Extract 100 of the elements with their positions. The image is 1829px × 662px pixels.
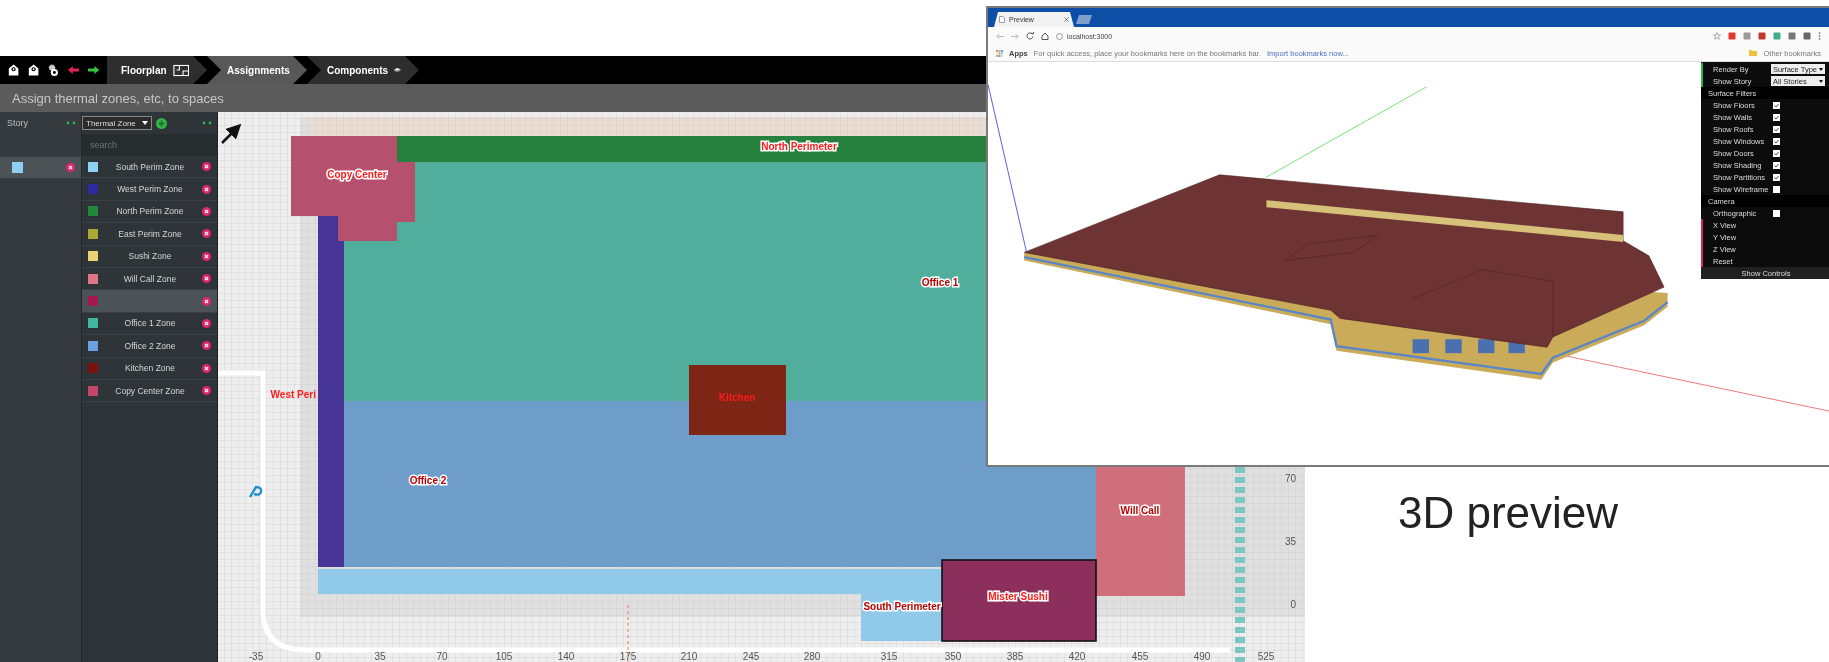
space-label: West Peri: [270, 389, 316, 400]
zone-item[interactable]: East Perim Zone: [82, 223, 217, 246]
guide-line: [627, 604, 629, 662]
space-label: Mister Sushi: [988, 591, 1048, 602]
axis-tick-label: 0: [1290, 599, 1296, 610]
zone-name: South Perim Zone: [114, 161, 186, 172]
space-label: Copy Center: [327, 169, 387, 180]
delete-icon[interactable]: [202, 274, 211, 284]
checkbox[interactable]: [1773, 209, 1780, 217]
delete-icon[interactable]: [202, 386, 211, 396]
zone-item[interactable]: Kitchen Zone: [82, 357, 217, 380]
space-label: South Perimeter: [863, 601, 941, 612]
zone-name: Sushi Zone: [127, 251, 173, 262]
axis-tick-label: 175: [619, 651, 637, 662]
zone-item[interactable]: West Perim Zone: [82, 178, 217, 201]
axis-tick-label: 35: [1284, 536, 1296, 547]
axis-tick-label: 350: [944, 651, 962, 662]
zone-name: East Perim Zone: [117, 228, 183, 239]
checkbox[interactable]: [1773, 161, 1780, 169]
resize-handle-icon[interactable]: [65, 121, 77, 125]
axis-tick-label: 105: [495, 651, 513, 662]
caret-icon: [142, 120, 148, 126]
axis-tick-label: 420: [1068, 651, 1086, 662]
axis-tick-label: -35: [248, 651, 264, 662]
save-file-icon[interactable]: [28, 62, 40, 78]
settings-icon[interactable]: [48, 62, 59, 78]
open-file-icon[interactable]: [8, 62, 20, 78]
axis-tick-label: 70: [1284, 473, 1296, 484]
story-item[interactable]: [0, 157, 81, 178]
resize-handle-icon[interactable]: [201, 121, 213, 125]
home-icon[interactable]: [1041, 32, 1049, 40]
zone-name: North Perim Zone: [115, 206, 185, 217]
delete-icon[interactable]: [202, 318, 211, 328]
delete-icon[interactable]: [66, 163, 75, 172]
zone-name: Office 2 Zone: [123, 340, 177, 351]
space-shape[interactable]: [344, 401, 1096, 567]
delete-icon[interactable]: [202, 184, 211, 194]
axis-tick-label: 315: [880, 651, 898, 662]
checkbox[interactable]: [1773, 113, 1780, 121]
space-shape[interactable]: [291, 136, 415, 241]
star-icon[interactable]: [1713, 32, 1721, 40]
zone-item[interactable]: Office 1 Zone: [82, 312, 217, 336]
caret-icon: [1819, 67, 1823, 71]
zone-name: Will Call Zone: [122, 273, 178, 284]
caret-icon: [1819, 79, 1823, 83]
zone-name: Office 1 Zone: [123, 318, 177, 329]
delete-icon[interactable]: [202, 229, 211, 239]
checkbox[interactable]: [1773, 173, 1780, 181]
axis-tick-label: 35: [374, 651, 386, 662]
axis-tick-label: 385: [1006, 651, 1024, 662]
pin-icon[interactable]: [250, 487, 262, 497]
delete-icon[interactable]: [202, 162, 211, 172]
panel-title: Story: [7, 118, 28, 128]
axis-tick-label: 140: [557, 651, 575, 662]
checkbox[interactable]: [1773, 101, 1780, 109]
north-arrow-icon: [221, 123, 242, 144]
search-field[interactable]: search: [82, 134, 217, 156]
checkbox[interactable]: [1773, 185, 1780, 193]
zone-item[interactable]: North Perim Zone: [82, 200, 217, 224]
reload-icon[interactable]: [1026, 32, 1034, 40]
space-label: Office 1: [921, 277, 959, 288]
folder-icon: [1749, 50, 1758, 56]
delete-icon[interactable]: [202, 206, 211, 216]
axis-tick-label: 280: [803, 651, 821, 662]
zone-name: Kitchen Zone: [123, 363, 177, 374]
delete-icon[interactable]: [202, 296, 211, 306]
zone-item[interactable]: South Perim Zone: [82, 156, 217, 179]
checkbox[interactable]: [1773, 149, 1780, 157]
checkbox[interactable]: [1773, 125, 1780, 133]
space-label: Office 2: [409, 475, 447, 486]
new-tab-button[interactable]: [1076, 15, 1092, 24]
close-icon[interactable]: [1064, 17, 1069, 22]
zone-type-select[interactable]: Thermal Zone: [82, 116, 152, 130]
tab[interactable]: Floorplan: [107, 56, 207, 84]
axis-tick-label: 455: [1131, 651, 1149, 662]
instruction-text: Assign thermal zones, etc, to spaces: [12, 90, 224, 106]
space-label: North Perimeter: [761, 141, 837, 152]
zone-item[interactable]: Sushi Zone: [82, 245, 217, 268]
menu-icon[interactable]: [1818, 32, 1821, 40]
delete-icon[interactable]: [202, 251, 211, 261]
undo-icon[interactable]: [67, 65, 79, 75]
space-shape[interactable]: [941, 559, 1097, 642]
checkbox[interactable]: [1773, 137, 1780, 145]
tab[interactable]: Assignments: [207, 56, 307, 84]
redo-icon[interactable]: [87, 65, 99, 75]
axis-tick-label: 525: [1257, 651, 1275, 662]
caption: 3D preview: [1398, 488, 1619, 537]
floorplan-icon: [172, 63, 189, 77]
tab[interactable]: Components: [307, 56, 419, 84]
delete-icon[interactable]: [202, 363, 211, 373]
zone-item[interactable]: Copy Center Zone: [82, 379, 217, 403]
axis-tick-label: 210: [680, 651, 698, 662]
axis-tick-label: 245: [742, 651, 760, 662]
add-icon[interactable]: [156, 117, 167, 129]
space-label: Will Call: [1120, 505, 1160, 516]
axis-tick-label: 490: [1193, 651, 1211, 662]
delete-icon[interactable]: [202, 341, 211, 351]
zone-item[interactable]: Office 2 Zone: [82, 335, 217, 358]
apps-icon[interactable]: [996, 49, 1003, 57]
space-label: Kitchen: [718, 392, 756, 403]
